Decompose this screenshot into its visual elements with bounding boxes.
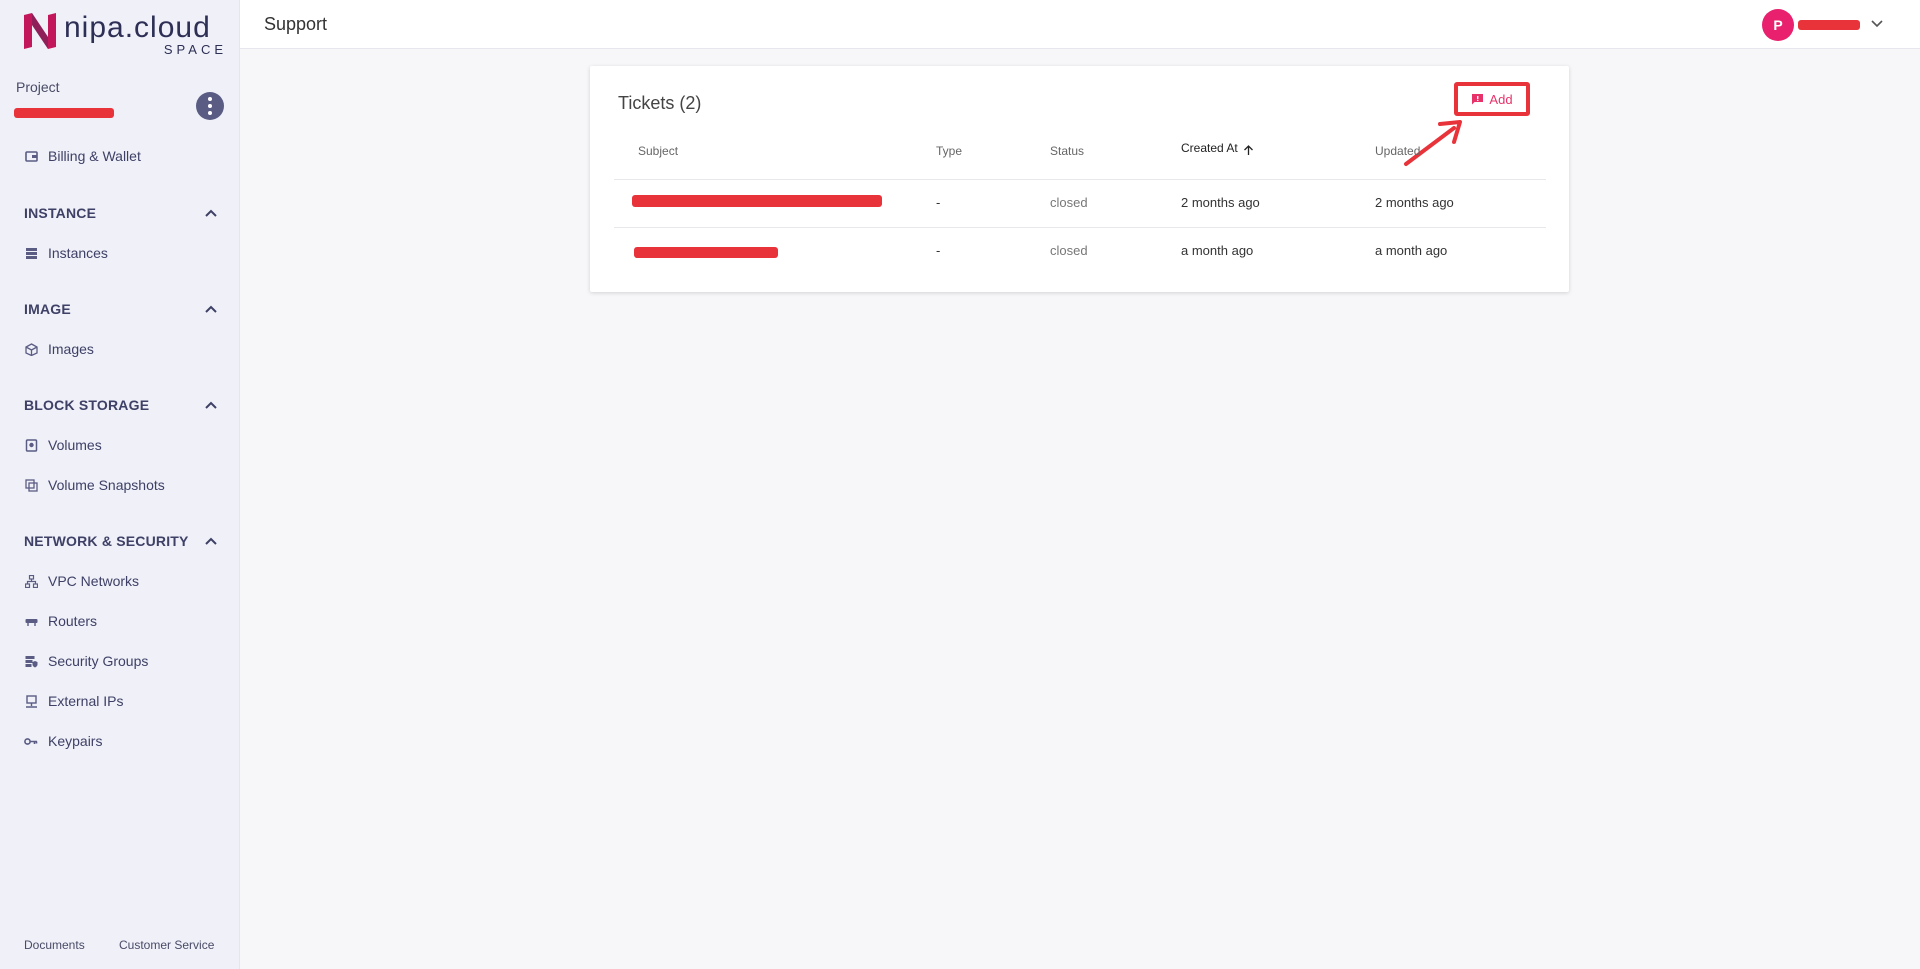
column-header-updated-at[interactable]: Updated <box>1375 144 1420 158</box>
sidebar-item-label: VPC Networks <box>48 573 140 589</box>
sidebar-item-external-ips[interactable]: External IPs <box>24 691 123 711</box>
external-ip-icon <box>24 694 38 708</box>
ticket-updated-at: 2 months ago <box>1375 195 1454 210</box>
ticket-type: - <box>936 195 941 210</box>
top-header: Support P <box>240 0 1920 49</box>
section-title-instance[interactable]: INSTANCE <box>24 205 96 221</box>
ticket-created-at: a month ago <box>1181 243 1254 258</box>
sidebar-item-label: Billing & Wallet <box>48 148 141 164</box>
sidebar: nipa.cloud SPACE Project Billing & Walle… <box>0 0 240 969</box>
add-button-label: Add <box>1489 91 1513 107</box>
brand-name: nipa.cloud <box>64 11 211 44</box>
security-icon <box>24 654 38 668</box>
sidebar-item-volume-snapshots[interactable]: Volume Snapshots <box>24 475 165 495</box>
column-header-label: Created At <box>1181 141 1238 155</box>
section-title-block-storage[interactable]: BLOCK STORAGE <box>24 397 149 413</box>
sidebar-item-label: Volumes <box>48 437 102 453</box>
sidebar-item-label: Instances <box>48 245 108 261</box>
chevron-up-icon[interactable] <box>204 534 218 548</box>
ticket-status: closed <box>1050 243 1088 258</box>
sidebar-item-label: Security Groups <box>48 653 149 669</box>
avatar[interactable]: P <box>1762 9 1794 41</box>
column-header-created-at[interactable]: Created At <box>1181 141 1254 156</box>
ticket-created-at: 2 months ago <box>1181 195 1260 210</box>
sidebar-item-volumes[interactable]: Volumes <box>24 435 102 455</box>
cube-icon <box>24 342 38 356</box>
sidebar-item-security-groups[interactable]: Security Groups <box>24 651 148 671</box>
chevron-up-icon[interactable] <box>204 206 218 220</box>
sidebar-item-label: Volume Snapshots <box>48 477 165 493</box>
server-icon <box>24 246 38 260</box>
project-menu-button[interactable] <box>196 92 224 120</box>
sidebar-item-images[interactable]: Images <box>24 339 94 359</box>
customer-service-link[interactable]: Customer Service <box>119 938 214 952</box>
project-label: Project <box>16 79 60 95</box>
column-header-type[interactable]: Type <box>936 144 962 158</box>
sidebar-item-routers[interactable]: Routers <box>24 611 97 631</box>
tickets-title: Tickets (2) <box>618 93 702 113</box>
feedback-icon <box>1472 93 1484 104</box>
sidebar-item-instances[interactable]: Instances <box>24 243 108 263</box>
redacted-subject[interactable] <box>634 247 778 258</box>
nipa-cloud-logo[interactable]: nipa.cloud SPACE <box>22 11 227 57</box>
sidebar-item-label: Images <box>48 341 94 357</box>
redacted-username[interactable] <box>1798 20 1860 30</box>
arrow-up-icon <box>1244 145 1254 155</box>
key-icon <box>24 734 38 748</box>
tickets-card: Tickets (2) Add Subject Type Status Crea… <box>590 66 1569 292</box>
network-icon <box>24 574 38 588</box>
annotation-arrow-icon <box>1404 120 1462 166</box>
sidebar-item-vpc-networks[interactable]: VPC Networks <box>24 571 139 591</box>
redacted-subject[interactable] <box>632 195 882 207</box>
column-header-subject[interactable]: Subject <box>638 144 678 158</box>
sidebar-item-label: Keypairs <box>48 733 103 749</box>
column-header-status[interactable]: Status <box>1050 144 1084 158</box>
sidebar-item-keypairs[interactable]: Keypairs <box>24 731 102 751</box>
documents-link[interactable]: Documents <box>24 938 85 952</box>
sidebar-item-label: Routers <box>48 613 98 629</box>
ticket-updated-at: a month ago <box>1375 243 1448 258</box>
volume-icon <box>24 438 38 452</box>
page-title: Support <box>264 14 328 34</box>
divider <box>614 179 1546 180</box>
chevron-down-icon[interactable] <box>1870 17 1884 31</box>
sidebar-item-billing-wallet[interactable]: Billing & Wallet <box>24 146 141 166</box>
add-ticket-button[interactable]: Add <box>1454 82 1530 116</box>
router-icon <box>24 614 38 628</box>
brand-sub: SPACE <box>163 42 227 57</box>
ticket-status: closed <box>1050 195 1088 210</box>
sidebar-item-label: External IPs <box>48 693 124 709</box>
nipa-logo-icon <box>24 13 56 49</box>
chevron-up-icon[interactable] <box>204 302 218 316</box>
wallet-icon <box>24 149 38 163</box>
section-title-image[interactable]: IMAGE <box>24 301 71 317</box>
divider <box>614 227 1546 228</box>
chevron-up-icon[interactable] <box>204 398 218 412</box>
ticket-type: - <box>936 243 941 258</box>
redacted-project-name <box>14 108 114 118</box>
snapshot-icon <box>24 478 38 492</box>
section-title-network-security[interactable]: NETWORK & SECURITY <box>24 533 189 549</box>
